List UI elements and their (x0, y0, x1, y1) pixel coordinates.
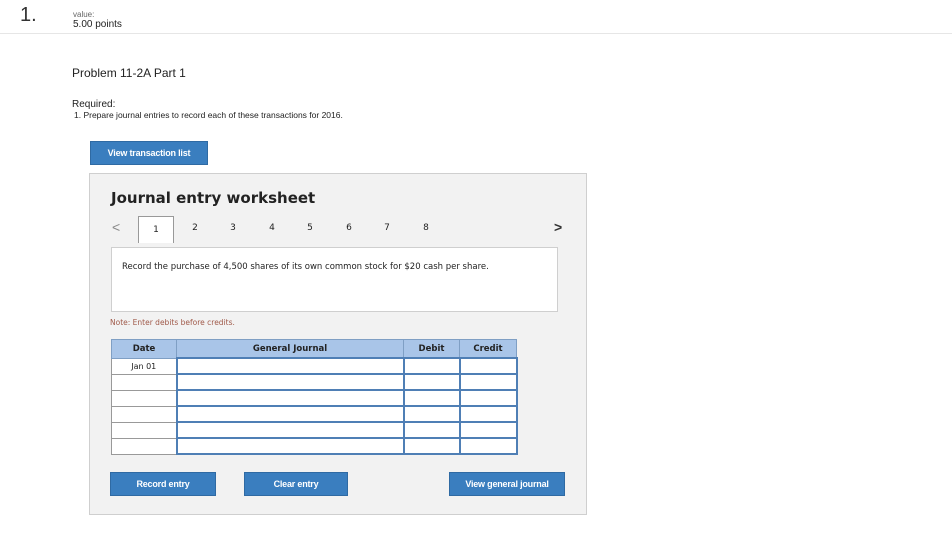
credit-input[interactable] (458, 357, 518, 375)
tab-6[interactable]: 6 (331, 216, 367, 240)
required-item: 1. Prepare journal entries to record eac… (74, 110, 343, 120)
credit-input[interactable] (458, 437, 518, 455)
view-general-journal-button[interactable]: View general journal (449, 472, 565, 496)
date-cell: Jan 01 (111, 357, 177, 375)
worksheet-title: Journal entry worksheet (111, 189, 316, 207)
date-cell (111, 437, 177, 455)
tab-4[interactable]: 4 (254, 216, 290, 240)
transaction-description: Record the purchase of 4,500 shares of i… (122, 262, 489, 272)
table-row (111, 421, 518, 439)
question-number: 1. (20, 4, 37, 26)
problem-title: Problem 11-2A Part 1 (72, 66, 186, 80)
account-input[interactable] (175, 421, 405, 439)
date-cell (111, 421, 177, 439)
credit-input[interactable] (458, 405, 518, 423)
header-divider (0, 33, 952, 34)
table-row: Jan 01 (111, 357, 518, 375)
table-row (111, 373, 518, 391)
journal-table: Date General Journal Debit Credit Jan 01 (111, 339, 518, 455)
tab-5[interactable]: 5 (292, 216, 328, 240)
debit-input[interactable] (402, 373, 461, 391)
transaction-description-box: Record the purchase of 4,500 shares of i… (111, 247, 558, 312)
tab-7[interactable]: 7 (369, 216, 405, 240)
general-journal-header: General Journal (176, 339, 404, 359)
value-label: value: (73, 10, 95, 19)
debit-input[interactable] (402, 405, 461, 423)
account-input[interactable] (175, 389, 405, 407)
debit-input[interactable] (402, 389, 461, 407)
account-input[interactable] (175, 373, 405, 391)
prev-arrow-icon[interactable]: < (112, 219, 120, 235)
required-label: Required: (72, 99, 116, 110)
tab-2[interactable]: 2 (177, 216, 213, 240)
table-row (111, 437, 518, 455)
account-input[interactable] (175, 437, 405, 455)
journal-header-row: Date General Journal Debit Credit (111, 339, 517, 359)
table-row (111, 405, 518, 423)
date-header: Date (111, 339, 177, 359)
tab-8[interactable]: 8 (408, 216, 444, 240)
points-value: 5.00 points (73, 19, 122, 30)
debit-input[interactable] (402, 357, 461, 375)
credit-input[interactable] (458, 389, 518, 407)
date-cell (111, 373, 177, 391)
record-entry-button[interactable]: Record entry (110, 472, 216, 496)
debit-input[interactable] (402, 421, 461, 439)
tab-3[interactable]: 3 (215, 216, 251, 240)
credit-input[interactable] (458, 421, 518, 439)
next-arrow-icon[interactable]: > (554, 219, 562, 235)
credit-header: Credit (459, 339, 517, 359)
account-input[interactable] (175, 357, 405, 375)
view-transaction-list-button[interactable]: View transaction list (90, 141, 208, 165)
date-cell (111, 405, 177, 423)
debit-header: Debit (403, 339, 460, 359)
credit-input[interactable] (458, 373, 518, 391)
tab-1[interactable]: 1 (138, 216, 174, 243)
journal-entry-worksheet: Journal entry worksheet < 1 2 3 4 5 6 7 … (89, 173, 587, 515)
date-cell (111, 389, 177, 407)
clear-entry-button[interactable]: Clear entry (244, 472, 348, 496)
debit-input[interactable] (402, 437, 461, 455)
table-row (111, 389, 518, 407)
entry-note: Note: Enter debits before credits. (110, 318, 235, 327)
account-input[interactable] (175, 405, 405, 423)
